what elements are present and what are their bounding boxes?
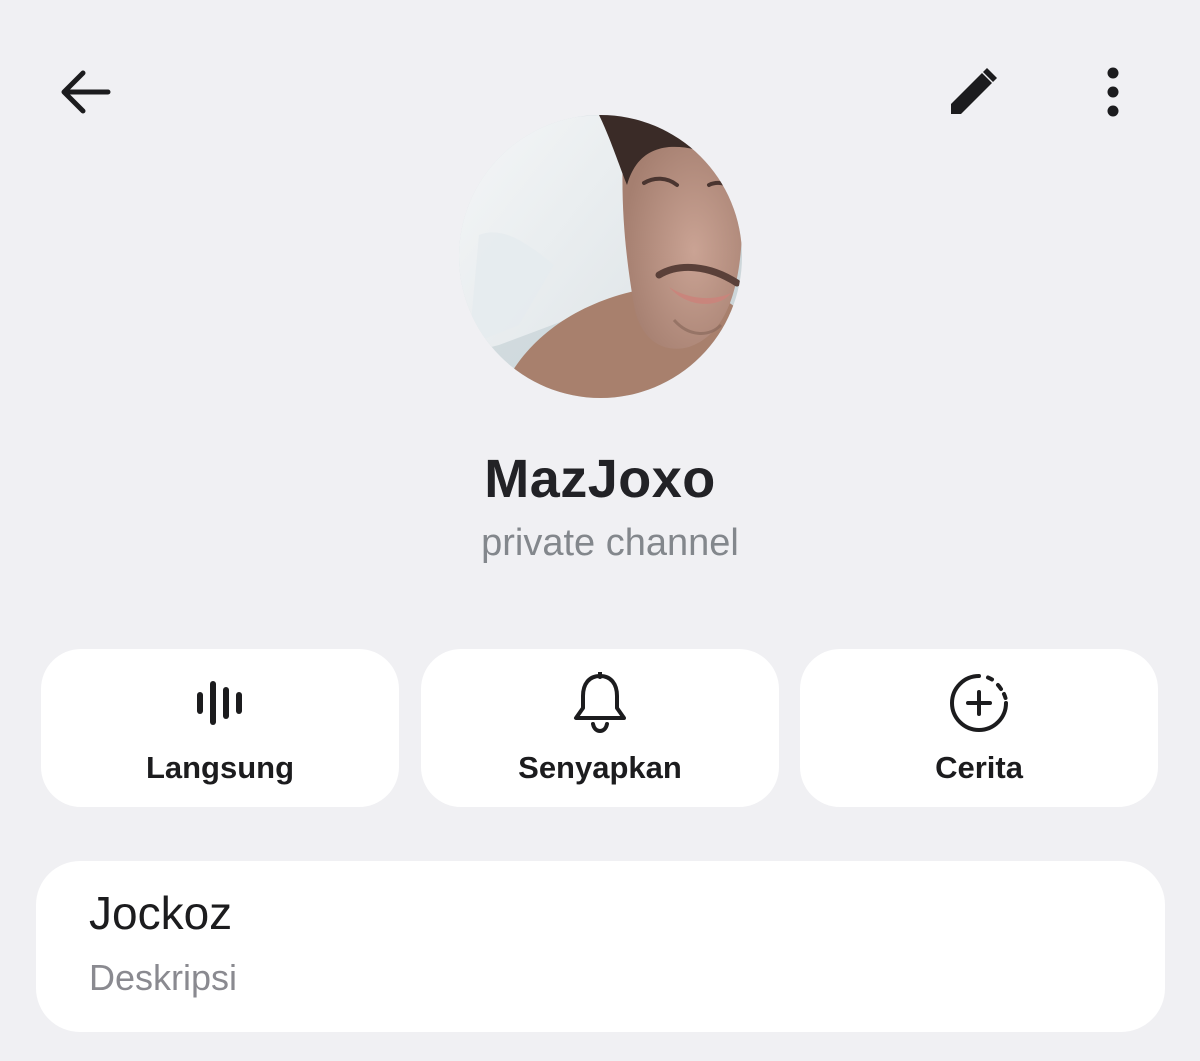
back-button[interactable] [45,54,125,134]
channel-title: Jockoz [89,887,233,939]
live-stream-icon [41,673,399,733]
more-options-button[interactable] [1073,54,1153,134]
live-stream-button[interactable]: Langsung [41,649,399,807]
arrow-left-icon [59,69,111,120]
channel-description-label: Deskripsi [89,957,238,998]
live-stream-label: Langsung [145,750,295,785]
edit-button[interactable] [933,54,1013,134]
bell-icon [421,672,779,734]
profile-name: MazJoxo [484,449,716,509]
pencil-icon [948,67,998,122]
mute-button[interactable]: Senyapkan [421,649,779,807]
avatar[interactable] [459,115,742,398]
add-story-icon [800,673,1158,733]
add-story-button[interactable]: Cerita [800,649,1158,807]
profile-status: private channel [481,522,739,564]
more-vertical-icon [1105,67,1121,122]
mute-label: Senyapkan [518,750,682,785]
add-story-label: Cerita [935,750,1023,785]
channel-info-card[interactable]: Jockoz Deskripsi [36,861,1165,1032]
